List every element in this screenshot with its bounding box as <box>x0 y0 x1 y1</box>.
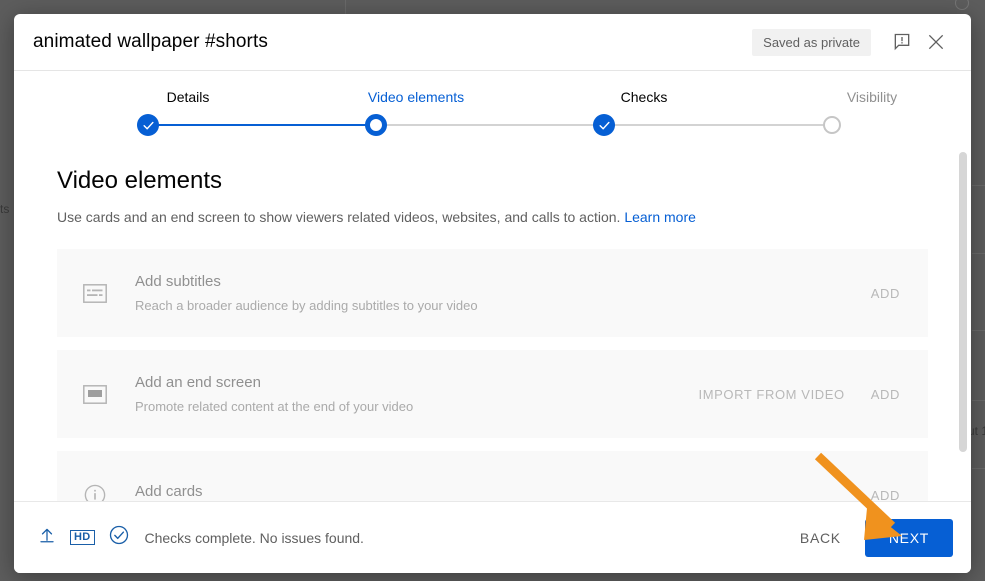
add-cards-button[interactable]: ADD <box>871 488 900 502</box>
stepper-labels: Details Video elements Checks Visibility <box>54 71 931 111</box>
card-subtitle: Reach a broader audience by adding subti… <box>135 298 478 313</box>
video-element-card-end-screen[interactable]: Add an end screen Promote related conten… <box>57 350 928 438</box>
step-label-video-elements[interactable]: Video elements <box>368 89 464 105</box>
section-description-text: Use cards and an end screen to show view… <box>57 209 621 225</box>
backdrop-ghost-text-left: ts <box>0 202 10 216</box>
add-subtitles-button[interactable]: ADD <box>871 286 900 301</box>
upload-arrow-icon <box>38 526 56 549</box>
dialog-body-content: Video elements Use cards and an end scre… <box>14 143 971 501</box>
import-from-video-button[interactable]: IMPORT FROM VIDEO <box>699 387 845 402</box>
saved-status-badge: Saved as private <box>752 28 871 56</box>
footer-status-icons: HD <box>38 525 129 550</box>
checks-status-text: Checks complete. No issues found. <box>144 529 364 546</box>
dialog-body: Video elements Use cards and an end scre… <box>14 143 971 501</box>
card-text-block: Add an end screen Promote related conten… <box>135 374 699 414</box>
card-title: Add subtitles <box>135 273 221 290</box>
cards-info-icon <box>81 484 109 501</box>
add-end-screen-button[interactable]: ADD <box>871 387 900 402</box>
body-scrollbar-track[interactable] <box>959 152 967 495</box>
check-circle-icon <box>109 525 129 550</box>
card-title: Add an end screen <box>135 374 261 391</box>
step-label-checks[interactable]: Checks <box>621 89 668 105</box>
stepper-track-progress <box>148 124 376 126</box>
video-element-card-subtitles[interactable]: Add subtitles Reach a broader audience b… <box>57 249 928 337</box>
backdrop-ghost-row-line <box>972 330 985 331</box>
section-description: Use cards and an end screen to show view… <box>57 207 928 227</box>
card-actions: ADD <box>871 286 900 301</box>
hd-badge-icon: HD <box>70 530 95 545</box>
backdrop-ghost-icon <box>955 0 969 10</box>
step-dot-visibility[interactable] <box>823 116 841 134</box>
back-button[interactable]: BACK <box>784 520 857 556</box>
card-subtitle: Promote related content at the end of yo… <box>135 399 414 414</box>
card-actions: IMPORT FROM VIDEO ADD <box>699 387 900 402</box>
video-element-card-cards[interactable]: Add cards ADD <box>57 451 928 501</box>
close-icon[interactable] <box>919 25 953 59</box>
backdrop-ghost-row-line <box>972 185 985 186</box>
step-dot-video-elements[interactable] <box>365 114 387 136</box>
backdrop-ghost-row-line <box>972 468 985 469</box>
subtitles-icon <box>81 283 109 303</box>
step-label-visibility[interactable]: Visibility <box>847 89 897 105</box>
backdrop-ghost-row-line <box>972 400 985 401</box>
dialog-title: animated wallpaper #shorts <box>33 31 268 52</box>
step-dot-checks[interactable] <box>593 114 615 136</box>
next-button[interactable]: NEXT <box>864 518 953 557</box>
learn-more-link[interactable]: Learn more <box>624 209 696 225</box>
dialog-footer: HD Checks complete. No issues found. BAC… <box>14 501 971 573</box>
page-title: Video elements <box>57 167 222 194</box>
backdrop-ghost-divider <box>345 0 346 14</box>
backdrop-ghost-row-line <box>972 253 985 254</box>
body-scrollbar-thumb[interactable] <box>959 152 967 452</box>
card-text-block: Add subtitles Reach a broader audience b… <box>135 273 871 313</box>
upload-dialog: animated wallpaper #shorts Saved as priv… <box>14 14 971 573</box>
card-title: Add cards <box>135 482 203 500</box>
card-actions: ADD <box>871 488 900 502</box>
card-text-block: Add cards <box>135 483 871 502</box>
feedback-speech-bubble-icon[interactable] <box>885 25 919 59</box>
step-dot-details[interactable] <box>137 114 159 136</box>
end-screen-icon <box>81 384 109 404</box>
step-label-details[interactable]: Details <box>167 89 210 105</box>
dialog-header: animated wallpaper #shorts Saved as priv… <box>14 14 971 71</box>
